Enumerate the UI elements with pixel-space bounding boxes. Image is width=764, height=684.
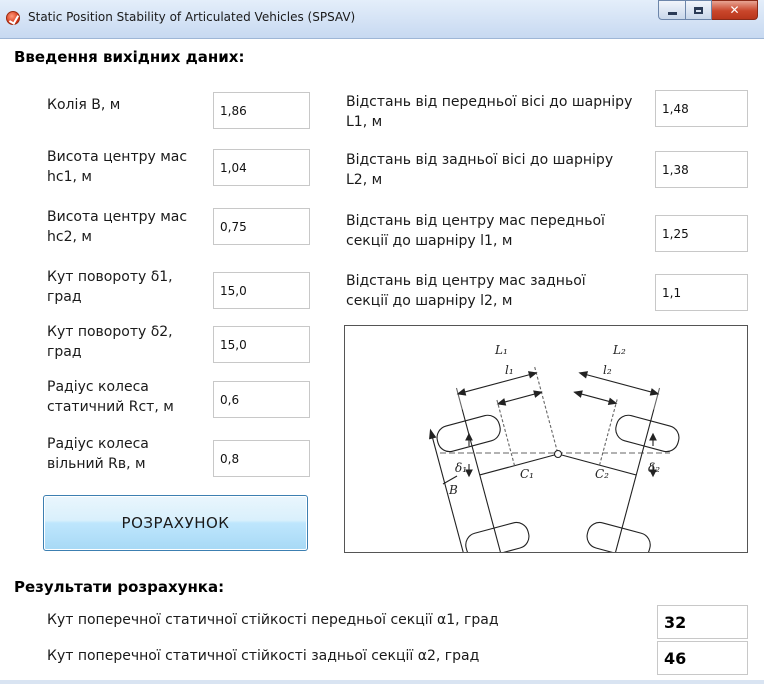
window-controls: ✕ [658,0,758,22]
free-radius-field[interactable]: 0,8 [213,440,310,477]
alpha2-result: 46 [657,641,748,675]
results-section-title: Результати розрахунка: [14,578,225,596]
minimize-button[interactable] [658,0,686,20]
close-button[interactable]: ✕ [712,0,758,20]
delta2-arrow [649,432,657,446]
track-width-label: Колія B, м [47,97,121,113]
articulated-vehicle-schematic: L₁ L₂ l₁ l₂ δ₁ δ₂ B C₁ C₂ [429,343,680,552]
l2-dim-label: l₂ [603,363,612,377]
hc1-label: Висота центру мас hc1, м [47,149,188,185]
delta1-label: δ₁ [455,461,467,475]
delta1-field[interactable]: 15,0 [213,272,310,309]
window-title: Static Position Stability of Articulated… [28,10,356,24]
l2-field[interactable]: 1,1 [655,274,748,311]
L1-dim-label: L₁ [494,343,508,357]
delta2-label: Кут повороту δ2, град [47,324,173,360]
title-bar: Static Position Stability of Articulated… [0,0,764,39]
rear-section [557,371,680,552]
close-icon: ✕ [729,3,740,17]
maximize-button[interactable] [686,0,712,20]
alpha2-label: Кут поперечної статичної стійкості заднь… [47,648,480,664]
free-radius-label: Радіус колеса вільний Rв, м [47,436,149,472]
alpha1-result: 32 [657,605,748,639]
window-bottom-border [0,680,764,684]
calculate-button[interactable]: РОЗРАХУНОК [43,495,308,551]
hc1-field[interactable]: 1,04 [213,149,310,186]
L2-dim-label: L₂ [612,343,626,357]
delta1-label: Кут повороту δ1, град [47,269,173,305]
maximize-icon [694,6,703,14]
front-section [429,366,559,552]
vehicle-diagram: L₁ L₂ l₁ l₂ δ₁ δ₂ B C₁ C₂ [344,325,748,553]
C1-label: C₁ [520,467,534,481]
input-section-title: Введення вихідних даних: [14,48,245,66]
static-radius-label: Радіус колеса статичний Rст, м [47,379,174,415]
delta2-field[interactable]: 15,0 [213,326,310,363]
minimize-icon [667,11,677,15]
static-radius-field[interactable]: 0,6 [213,381,310,418]
l1-dim-label: l₁ [505,363,514,377]
C2-label: C₂ [595,467,609,481]
alpha1-label: Кут поперечної статичної стійкості перед… [47,612,499,628]
hc2-label: Висота центру мас hc2, м [47,209,188,245]
l1-field[interactable]: 1,25 [655,215,748,252]
delta2-label: δ₂ [648,461,660,475]
app-icon [6,11,20,25]
L1-label: Відстань від передньої вісі до шарніру L… [346,94,633,130]
L2-field[interactable]: 1,38 [655,151,748,188]
hc2-field[interactable]: 0,75 [213,208,310,245]
L2-label: Відстань від задньої вісі до шарніру L2,… [346,152,614,188]
L1-field[interactable]: 1,48 [655,90,748,127]
l1-label: Відстань від центру мас передньої секції… [346,213,605,249]
l2-label: Відстань від центру мас задньої секції д… [346,273,586,309]
B-dim-label: B [448,483,458,497]
track-width-field[interactable]: 1,86 [213,92,310,129]
hinge-point [553,449,563,459]
